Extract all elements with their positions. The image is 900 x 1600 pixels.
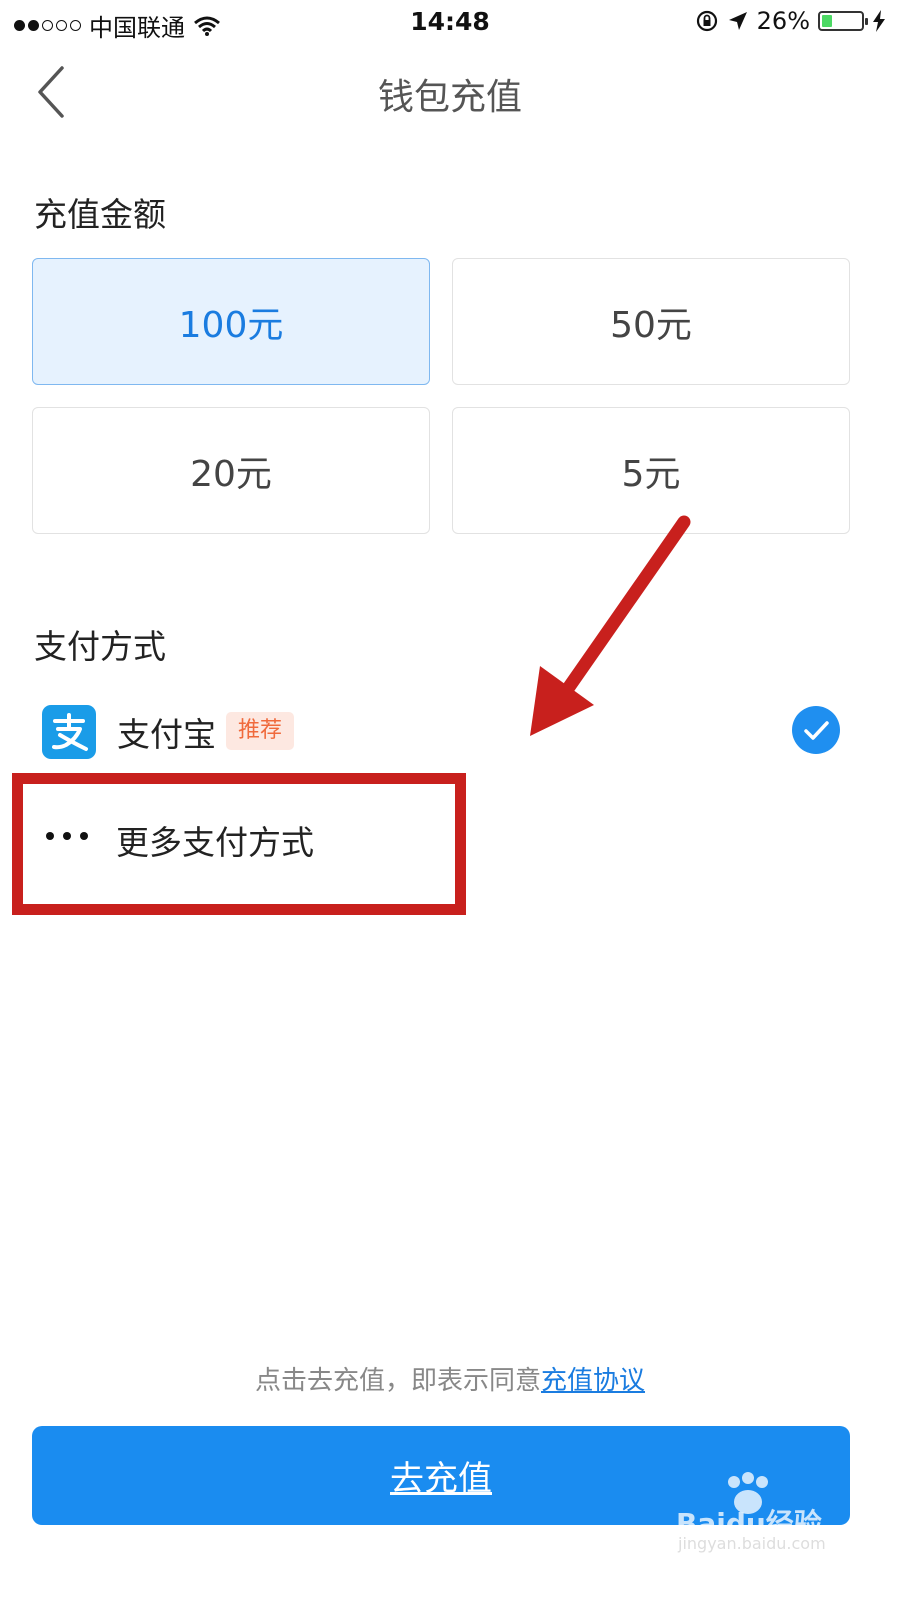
recommend-badge: 推荐	[226, 712, 295, 750]
selected-check-icon[interactable]	[792, 706, 840, 754]
more-payment-label: 更多支付方式	[116, 823, 314, 862]
nav-bar: 钱包充值	[0, 44, 900, 140]
location-icon	[728, 12, 747, 30]
payment-section-title: 支付方式	[34, 627, 166, 666]
rotation-lock-icon	[696, 10, 717, 32]
watermark-url: jingyan.baidu.com	[678, 1534, 826, 1553]
amount-option-20[interactable]: 20元	[32, 407, 430, 534]
agreement-notice: 点击去充值，即表示同意充值协议	[0, 1360, 900, 1397]
more-payment-methods[interactable]: 更多支付方式	[40, 808, 460, 868]
amount-option-100[interactable]: 100元	[32, 258, 430, 385]
amount-option-5[interactable]: 5元	[452, 407, 850, 534]
alipay-label: 支付宝	[117, 715, 216, 754]
submit-recharge-button[interactable]: 去充值	[32, 1426, 850, 1525]
status-bar: 中国联通 14:48 26%	[0, 0, 900, 44]
alipay-icon	[42, 705, 96, 759]
amount-section-title: 充值金额	[34, 195, 166, 234]
battery-percent: 26%	[756, 7, 810, 35]
ellipsis-icon	[46, 832, 88, 840]
agreement-link[interactable]: 充值协议	[541, 1366, 645, 1396]
charging-icon	[873, 10, 885, 32]
battery-icon	[818, 11, 868, 31]
page-title: 钱包充值	[377, 77, 522, 118]
agreement-text: 点击去充值，即表示同意	[254, 1366, 541, 1396]
amount-option-50[interactable]: 50元	[452, 258, 850, 385]
status-right: 26%	[695, 7, 886, 35]
